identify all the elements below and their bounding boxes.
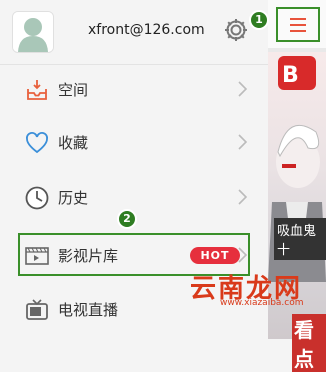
annotation-step-1: 1 [249,10,269,30]
tv-icon [24,297,50,323]
account-email[interactable]: xfront@126.com [88,22,205,38]
banner-tail-text: 看点 [292,314,326,372]
chevron-right-icon [236,79,250,99]
watermark-url: www.xiazaiba.com [220,298,304,308]
annotation-step-2: 2 [117,209,137,229]
annotation-highlight-menu-button [276,7,320,42]
gear-icon [225,19,247,41]
banner-caption: 吸血鬼十 [274,218,326,260]
menu-item-label: 电视直播 [58,301,119,319]
menu-item-label: 历史 [58,189,89,207]
menu-item-space[interactable]: 空间 [0,62,268,116]
chevron-right-icon [236,132,250,152]
menu-item-label: 收藏 [58,134,89,152]
space-icon [24,77,50,103]
menu-item-label: 空间 [58,81,89,99]
drawer-header: xfront@126.com [0,0,268,64]
heart-icon [24,130,50,156]
avatar[interactable] [12,11,54,53]
chevron-right-icon [236,187,250,207]
svg-text:B: B [282,63,299,88]
clock-icon [24,185,50,211]
menu-item-favorites[interactable]: 收藏 [0,115,268,169]
user-avatar-icon [13,12,53,52]
settings-button[interactable] [223,17,249,43]
